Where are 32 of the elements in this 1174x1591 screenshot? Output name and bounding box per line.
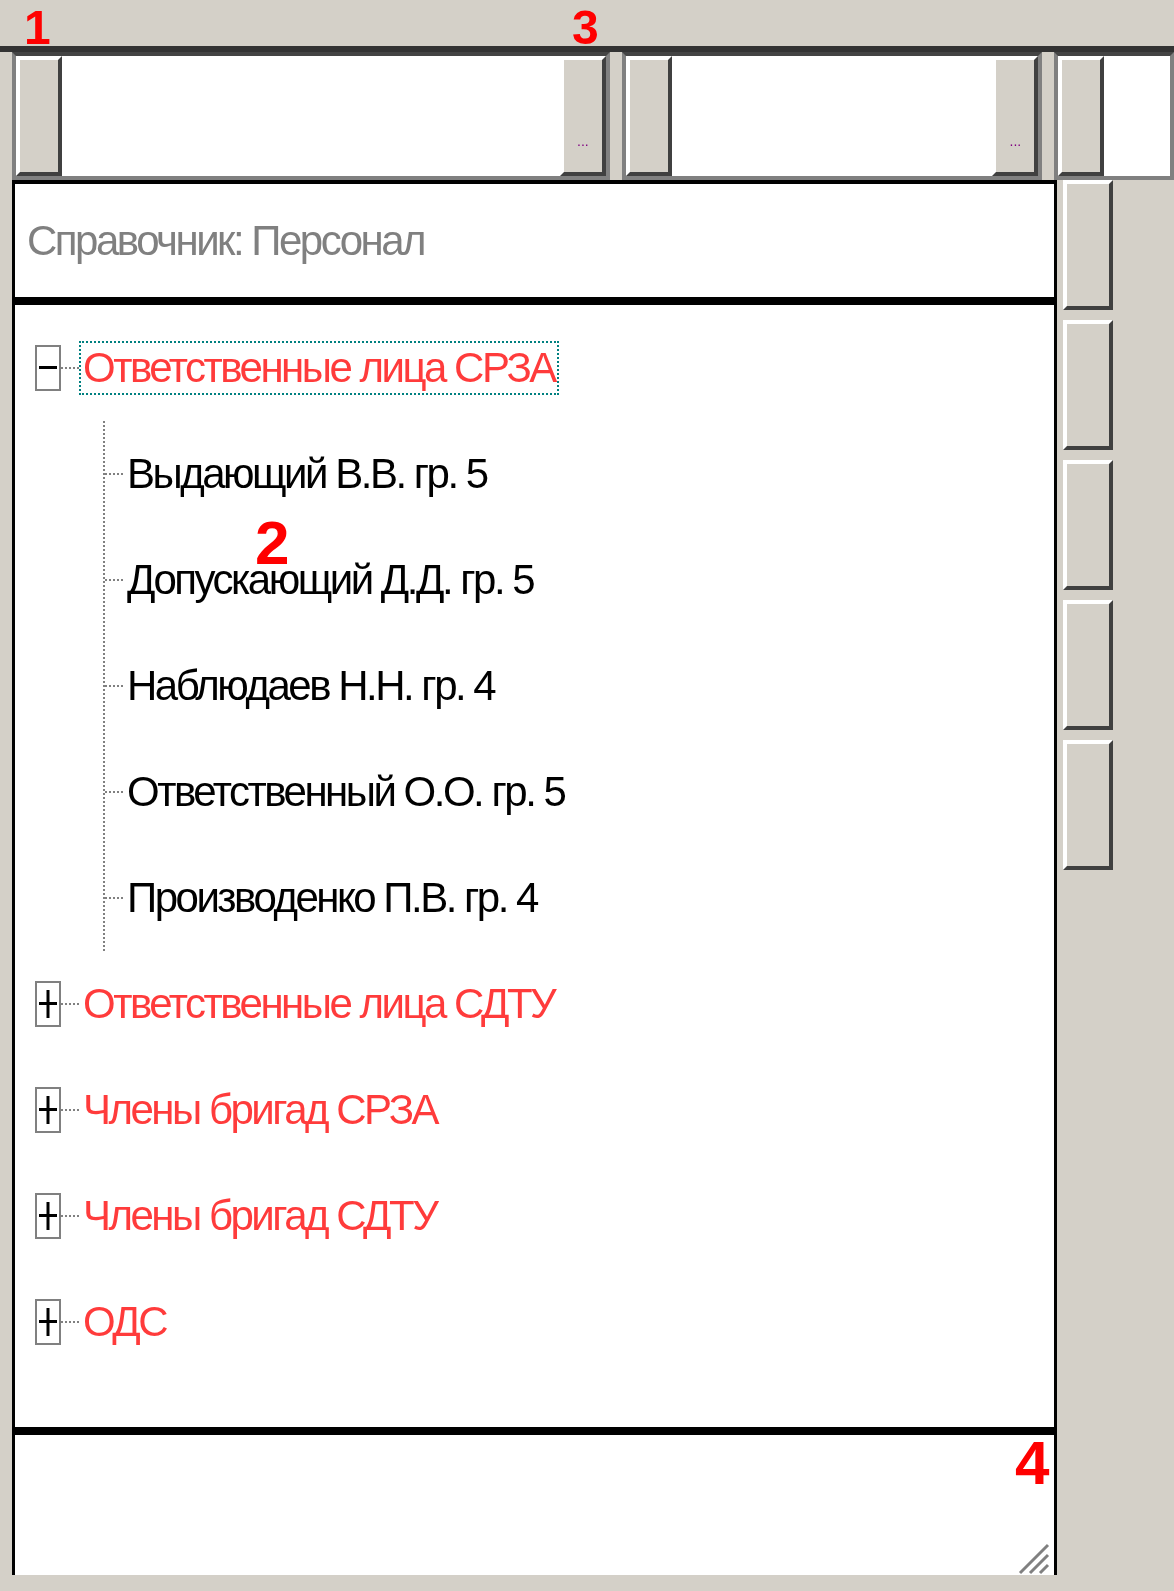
input-field[interactable]: ... [621, 52, 1043, 180]
dropdown-button[interactable] [1063, 320, 1113, 450]
expand-icon[interactable] [35, 981, 61, 1027]
expand-icon[interactable] [35, 1299, 61, 1345]
annotation-number: 1 [24, 4, 51, 52]
tree-item[interactable]: ОДС [79, 1294, 171, 1350]
input-field[interactable]: ... [12, 52, 610, 180]
dropdown-button[interactable] [1063, 460, 1113, 590]
tree-item[interactable]: Выдающий В.В. гр. 5 [123, 446, 491, 502]
tree-item[interactable]: Наблюдаев Н.Н. гр. 4 [123, 658, 499, 714]
dropdown-button[interactable] [1063, 740, 1113, 870]
tree-item[interactable]: Производенко П.В. гр. 4 [123, 870, 541, 926]
annotation-number: 4 [1015, 1432, 1050, 1494]
tree-item[interactable]: Члены бригад СДТУ [79, 1188, 441, 1244]
dropdown-button[interactable] [1058, 56, 1105, 176]
tree-item[interactable]: Ответственный О.О. гр. 5 [123, 764, 569, 820]
dropdown-button[interactable] [1063, 600, 1113, 730]
dropdown-button[interactable] [16, 56, 62, 176]
browse-button[interactable]: ... [992, 56, 1039, 176]
input-field[interactable] [1054, 52, 1174, 180]
resize-grip-icon[interactable] [1016, 1541, 1050, 1575]
collapse-icon[interactable] [35, 345, 61, 391]
expand-icon[interactable] [35, 1087, 61, 1133]
tree-item[interactable]: Ответственные лица СРЗА [79, 340, 559, 396]
lookup-title: Справочник: Персонал [27, 216, 425, 266]
dropdown-button[interactable] [1063, 180, 1113, 310]
tree-item[interactable]: Члены бригад СРЗА [79, 1082, 442, 1138]
dropdown-button[interactable] [625, 56, 672, 176]
expand-icon[interactable] [35, 1193, 61, 1239]
browse-button[interactable]: ... [559, 56, 606, 176]
annotation-number: 3 [572, 4, 599, 52]
tree-item[interactable]: Ответственные лица СДТУ [79, 976, 559, 1032]
